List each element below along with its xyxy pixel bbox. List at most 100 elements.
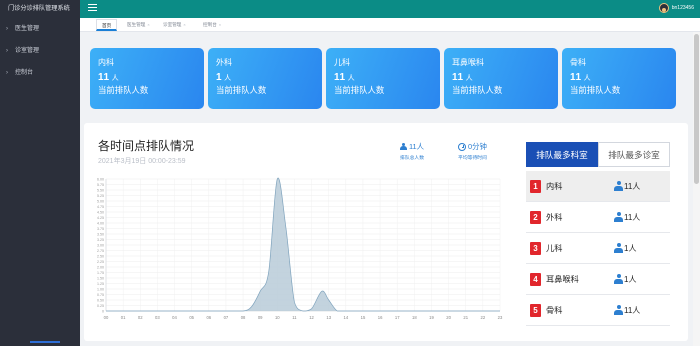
dept-count: 11 人	[570, 72, 592, 83]
tab-doctor-management[interactable]: 医生管理 ×	[122, 19, 155, 31]
tab-console[interactable]: 控制台 ×	[198, 19, 226, 31]
tab-most-queued-departments[interactable]: 排队最多科室	[526, 142, 598, 167]
close-icon[interactable]: ×	[183, 22, 185, 27]
close-icon[interactable]: ×	[147, 22, 149, 27]
dept-name: 内科	[98, 58, 114, 67]
x-tick-label: 00	[104, 315, 109, 320]
sidebar-item-label: 诊室管理	[15, 48, 40, 54]
tab-label: 控制台	[203, 22, 217, 27]
y-tick-label: 3.50	[97, 232, 104, 236]
x-tick-label: 12	[309, 315, 314, 320]
rank-row[interactable]: 4 耳鼻喉科 1人	[526, 264, 670, 295]
hamburger-menu-icon[interactable]	[88, 4, 97, 13]
person-icon	[400, 142, 407, 151]
x-tick-label: 20	[446, 315, 451, 320]
dept-name: 儿科	[334, 58, 350, 67]
dept-count: 11 人	[98, 72, 120, 83]
dept-desc: 当前排队人数	[334, 85, 385, 95]
sidebar-item-console[interactable]: › 控制台	[0, 62, 80, 84]
dept-card[interactable]: 儿科 11 人 当前排队人数	[326, 48, 440, 109]
person-icon	[614, 212, 623, 222]
y-tick-label: 1.75	[97, 271, 104, 275]
rank-count: 11人	[614, 181, 640, 192]
sidebar-item-label: 控制台	[15, 70, 34, 76]
y-tick-label: 0.50	[97, 298, 104, 302]
rank-number-badge: 5	[530, 303, 541, 317]
tab-home[interactable]: 首页	[96, 19, 118, 31]
dept-desc: 当前排队人数	[98, 85, 149, 95]
y-tick-label: 4.00	[97, 221, 104, 225]
y-tick-label: 1.50	[97, 276, 104, 280]
x-tick-label: 13	[326, 315, 331, 320]
tab-most-queued-rooms[interactable]: 排队最多诊室	[598, 142, 670, 167]
dept-name: 耳鼻喉科	[452, 58, 484, 67]
total-queue-value: 11人	[409, 142, 425, 151]
y-tick-label: 5.25	[97, 194, 104, 198]
queue-area-chart: 00.25 0.500.75 1.001.25 1.501.75 2.002.25 2.5…	[97, 177, 503, 320]
rank-dept-name: 外科	[546, 213, 563, 222]
total-queue-label: 排队总人数	[400, 156, 425, 161]
scrollbar-thumb[interactable]	[694, 34, 699, 184]
y-tick-label: 0.25	[97, 304, 104, 308]
rank-number-badge: 2	[530, 210, 541, 224]
dept-card[interactable]: 外科 1人 当前排队人数	[208, 48, 322, 109]
y-tick-label: 1.25	[97, 282, 104, 286]
dept-desc: 当前排队人数	[570, 85, 621, 95]
user-menu[interactable]: bn123456	[658, 3, 694, 13]
rank-list: 1 内科 11人 2 外科 11人 3 儿科 1人 4 耳鼻喉科 1人 5 骨科…	[526, 171, 670, 326]
x-tick-label: 23	[498, 315, 503, 320]
dept-count: 1人	[216, 72, 232, 83]
sidebar-item-doctor-management[interactable]: › 医生管理	[0, 18, 80, 40]
page-scrollbar[interactable]	[693, 32, 700, 346]
x-tick-label: 09	[258, 315, 263, 320]
y-tick-label: 4.25	[97, 216, 104, 220]
person-icon	[614, 274, 623, 284]
rank-row[interactable]: 2 外科 11人	[526, 202, 670, 233]
rank-dept-name: 内科	[546, 182, 563, 191]
rank-row[interactable]: 5 骨科 11人	[526, 295, 670, 326]
y-tick-label: 5.50	[97, 188, 104, 192]
tab-label: 首页	[102, 23, 112, 28]
sidebar-item-room-management[interactable]: › 诊室管理	[0, 40, 80, 62]
y-tick-label: 4.75	[97, 205, 104, 209]
chevron-right-icon: ›	[6, 70, 8, 76]
rank-row[interactable]: 3 儿科 1人	[526, 233, 670, 264]
rank-count: 11人	[614, 305, 640, 316]
series-area	[106, 178, 500, 311]
x-tick-label: 10	[275, 315, 280, 320]
x-tick-label: 06	[206, 315, 211, 320]
chevron-right-icon: ›	[6, 48, 8, 54]
y-tick-label: 3.25	[97, 238, 104, 242]
dept-card[interactable]: 内科 11 人 当前排队人数	[90, 48, 204, 109]
rank-count: 11人	[614, 212, 640, 223]
rank-number-badge: 1	[530, 179, 541, 193]
y-tick-label: 2.50	[97, 254, 104, 258]
sidebar: 门诊分诊排队管理系统 › 医生管理 › 诊室管理 › 控制台	[0, 0, 80, 346]
tab-label: 诊室管理	[163, 22, 182, 27]
close-icon[interactable]: ×	[219, 22, 221, 27]
x-tick-label: 19	[429, 315, 434, 320]
panel-date: 2021年3月19日 00:00-23:59	[98, 158, 186, 165]
total-queue-stat: 11人 排队总人数	[400, 141, 424, 161]
tab-room-management[interactable]: 诊室管理 ×	[158, 19, 191, 31]
dept-card[interactable]: 骨科 11 人 当前排队人数	[562, 48, 676, 109]
rank-row[interactable]: 1 内科 11人	[526, 171, 670, 202]
dept-card[interactable]: 耳鼻喉科 11 人 当前排队人数	[444, 48, 558, 109]
username: bn123456	[671, 5, 694, 11]
dept-desc: 当前排队人数	[216, 85, 267, 95]
sidebar-accent-line	[30, 341, 60, 343]
x-tick-label: 16	[378, 315, 383, 320]
y-tick-label: 0	[102, 309, 104, 313]
dept-count: 11 人	[452, 72, 474, 83]
x-tick-label: 05	[189, 315, 194, 320]
x-tick-label: 17	[395, 315, 400, 320]
rank-number-badge: 4	[530, 272, 541, 286]
page-tabs: 首页 医生管理 × 诊室管理 × 控制台 ×	[80, 18, 700, 32]
x-tick-label: 07	[224, 315, 229, 320]
sidebar-item-label: 医生管理	[15, 26, 40, 32]
x-tick-label: 21	[463, 315, 468, 320]
person-icon	[614, 181, 623, 191]
x-tick-label: 08	[241, 315, 246, 320]
avg-wait-label: 平均等待时间	[458, 156, 487, 161]
x-tick-label: 18	[412, 315, 417, 320]
